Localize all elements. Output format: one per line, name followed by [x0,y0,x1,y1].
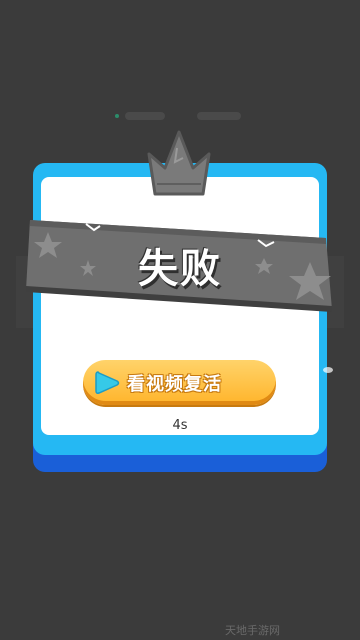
countdown-timer: 4s [172,418,188,433]
play-icon [95,371,120,394]
revive-button-label: 看视频复活 [127,374,222,395]
hud-bar [125,112,165,120]
dimmed-hud [115,112,245,122]
dialog-title: 失败 [138,246,222,292]
status-dot [115,114,119,118]
watermark: 天地手游网 [225,624,280,637]
watch-video-revive-button[interactable]: 看视频复活 [83,360,333,405]
crown-icon [147,130,211,196]
button-shine [323,367,333,373]
hud-bar [197,112,241,120]
